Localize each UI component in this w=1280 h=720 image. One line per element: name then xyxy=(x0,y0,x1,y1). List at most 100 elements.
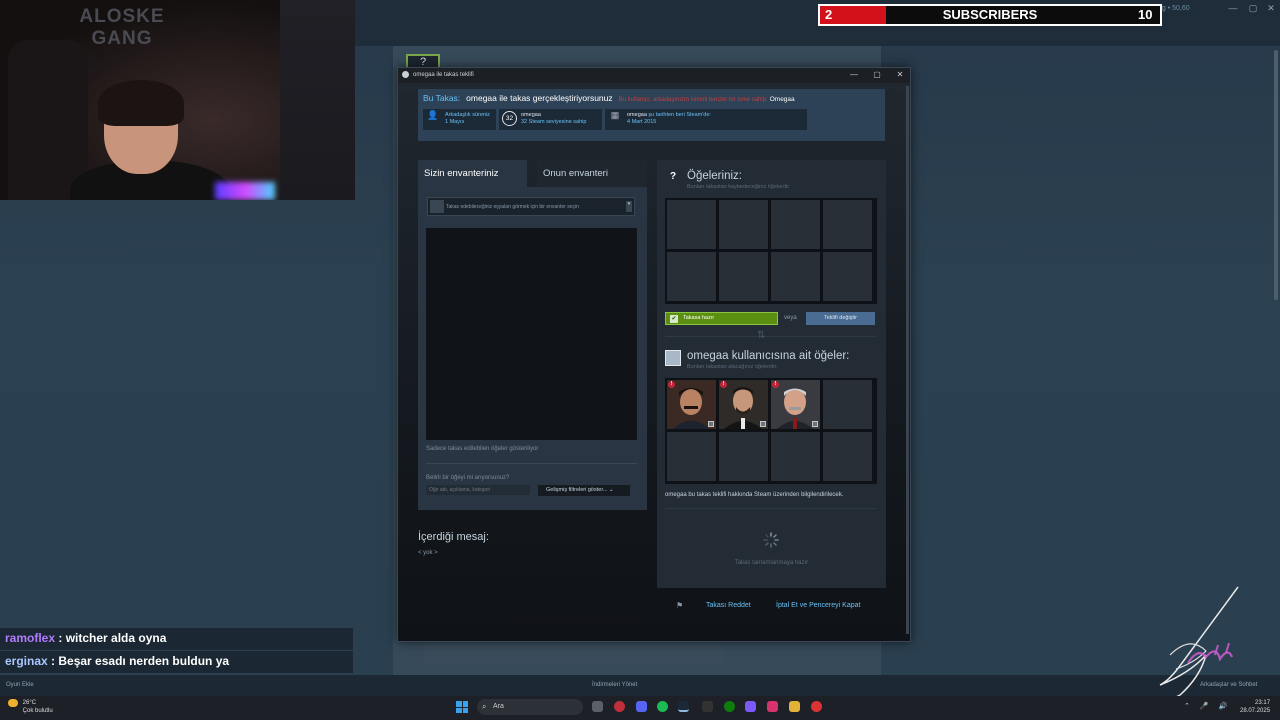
info-label: omegaa xyxy=(627,112,647,118)
obs-icon[interactable] xyxy=(811,701,822,712)
item-slot[interactable] xyxy=(823,200,872,249)
chevron-down-icon: ⌄ xyxy=(608,487,614,493)
manage-downloads-button[interactable]: İndirmeleri Yönet xyxy=(592,682,637,688)
advanced-filters-button[interactable]: Gelişmiş filtreleri göster... ⌄ xyxy=(538,485,630,496)
item-slot[interactable] xyxy=(771,252,820,301)
steam-level-info: 32 omegaa 32 Steam seviyesine sahip xyxy=(499,109,602,130)
clock-date: 28.07.2025 xyxy=(1240,708,1271,714)
banner-label: Bu Takas: xyxy=(423,93,461,103)
subscriber-goal: 10 xyxy=(1138,7,1153,22)
warning-name: Omegaa xyxy=(769,96,795,103)
item-slot[interactable] xyxy=(667,432,716,481)
item-slot[interactable] xyxy=(771,432,820,481)
change-offer-button[interactable]: Teklifi değiştir xyxy=(806,312,875,325)
search-icon: ⌕ xyxy=(482,702,487,711)
app-icon[interactable] xyxy=(745,701,756,712)
task-view-icon[interactable] xyxy=(592,701,603,712)
name-warning: Bu kullanıcı, arkadaşınızın isimini benz… xyxy=(618,97,768,103)
ready-to-trade-toggle[interactable]: ✔ Takasa hazır xyxy=(665,312,778,325)
steam-footer: Oyun Ekle İndirmeleri Yönet Arkadaşlar v… xyxy=(0,675,1280,696)
inventory-grid[interactable] xyxy=(426,228,637,440)
weather-temp: 26°C xyxy=(22,700,37,706)
item-slot[interactable] xyxy=(667,252,716,301)
main-scrollbar[interactable] xyxy=(1274,50,1278,300)
window-minimize-icon[interactable]: — xyxy=(848,70,860,79)
your-items-subtitle: Bunları takastan kaybedeceğiniz öğelerdi… xyxy=(687,184,791,190)
item-slot[interactable] xyxy=(719,200,768,249)
inventory-select[interactable]: Takas edebileceğiniz eşyaları görmek içi… xyxy=(427,197,635,216)
minimize-icon[interactable]: — xyxy=(1226,3,1240,13)
info-value: 1 Mayıs xyxy=(445,119,465,125)
maximize-icon[interactable]: ▢ xyxy=(1246,3,1260,13)
steam-level-badge: 32 xyxy=(502,111,517,126)
tab-their-inventory[interactable]: Onun envanteri xyxy=(537,160,647,187)
cancel-close-button[interactable]: İptal Et ve Pencereyi Kapat xyxy=(776,602,860,609)
window-maximize-icon[interactable]: ▢ xyxy=(871,70,883,79)
trade-offer-window: omegaa ile takas teklifi — ▢ ✕ Bu Takas:… xyxy=(397,67,911,642)
chat-username: ramoflex xyxy=(5,631,56,645)
swap-arrows-icon: ⇅ xyxy=(757,330,766,341)
window-titlebar[interactable]: omegaa ile takas teklifi xyxy=(398,68,910,83)
spotify-icon[interactable] xyxy=(657,701,668,712)
message-value: < yok > xyxy=(418,550,438,556)
item-slot[interactable] xyxy=(719,252,768,301)
search-placeholder: Ara xyxy=(493,703,504,710)
instagram-icon[interactable] xyxy=(767,701,778,712)
decline-trade-button[interactable]: Takası Reddet xyxy=(706,602,751,609)
alert-icon: ! xyxy=(772,381,779,388)
inventory-panel: Takas edebileceğiniz eşyaları görmek içi… xyxy=(418,187,647,510)
add-game-button[interactable]: Oyun Ekle xyxy=(6,682,34,688)
trade-body: Bu Takas: omegaa ile takas gerçekleştiriy… xyxy=(398,83,910,641)
info-label-suffix: şu tarihten beri Steam'de: xyxy=(646,112,711,118)
or-label: veya xyxy=(784,315,797,321)
item-slot[interactable] xyxy=(667,200,716,249)
steam-icon[interactable] xyxy=(678,701,689,712)
system-tray[interactable]: ⌃ 🎤 🔊 xyxy=(1184,702,1231,710)
info-value: 32 Steam seviyesine sahip xyxy=(521,119,587,125)
tab-your-inventory[interactable]: Sizin envanteriniz xyxy=(418,160,527,187)
epic-games-icon[interactable] xyxy=(702,701,713,712)
item-slot[interactable] xyxy=(823,432,872,481)
discord-icon[interactable] xyxy=(636,701,647,712)
chat-username: erginax xyxy=(5,654,48,668)
weather-widget[interactable]: 26°C Çok bulutlu xyxy=(8,699,53,715)
person-icon: 👤 xyxy=(427,110,439,120)
info-label: Arkadaşlık süreniz xyxy=(445,112,490,118)
item-tag-icon xyxy=(760,421,766,427)
webcam-background xyxy=(280,0,355,200)
divider xyxy=(665,508,877,509)
taskbar-search-input[interactable]: ⌕ Ara xyxy=(477,699,583,715)
chat-text: : Beşar esadı nerden buldun ya xyxy=(47,654,230,668)
item-slot[interactable] xyxy=(771,200,820,249)
cloud-sun-icon xyxy=(8,699,18,707)
window-title: omegaa ile takas teklifi xyxy=(413,72,474,78)
weather-desc: Çok bulutlu xyxy=(22,708,53,714)
close-icon[interactable]: ✕ xyxy=(1264,3,1278,13)
friendship-duration: 👤 Arkadaşlık süreniz 1 Mayıs xyxy=(423,109,496,130)
wall-logo-line1: ALOSKE xyxy=(79,6,165,27)
item-slot-portrait[interactable]: ! xyxy=(771,380,820,429)
steam-member-since: ▦ omegaa şu tarihten beri Steam'de: 4 Ma… xyxy=(605,109,807,130)
background-strip xyxy=(424,644,724,664)
file-explorer-icon[interactable] xyxy=(789,701,800,712)
opera-icon[interactable] xyxy=(614,701,625,712)
window-close-icon[interactable]: ✕ xyxy=(894,70,906,79)
alert-icon: ! xyxy=(668,381,675,388)
taskbar-clock[interactable]: 23:17 28.07.2025 xyxy=(1240,699,1270,715)
xbox-icon[interactable] xyxy=(724,701,735,712)
divider xyxy=(426,463,637,464)
item-slot-portrait[interactable]: ! xyxy=(719,380,768,429)
item-search-input[interactable] xyxy=(426,485,530,495)
item-slot[interactable] xyxy=(823,380,872,429)
windows-start-icon[interactable] xyxy=(456,701,468,713)
report-flag-icon[interactable]: ⚑ xyxy=(676,601,683,610)
window-scrollbar[interactable] xyxy=(906,86,909,634)
notify-text: omegaa bu takas teklifi hakkında Steam ü… xyxy=(665,492,844,498)
inventory-select-label: Takas edebileceğiniz eşyaları görmek içi… xyxy=(446,204,579,210)
alert-icon: ! xyxy=(720,381,727,388)
item-slot-portrait[interactable]: ! xyxy=(667,380,716,429)
item-slot[interactable] xyxy=(823,252,872,301)
chevron-down-icon: ▾ xyxy=(626,201,632,212)
rgb-light xyxy=(215,182,275,200)
item-slot[interactable] xyxy=(719,432,768,481)
